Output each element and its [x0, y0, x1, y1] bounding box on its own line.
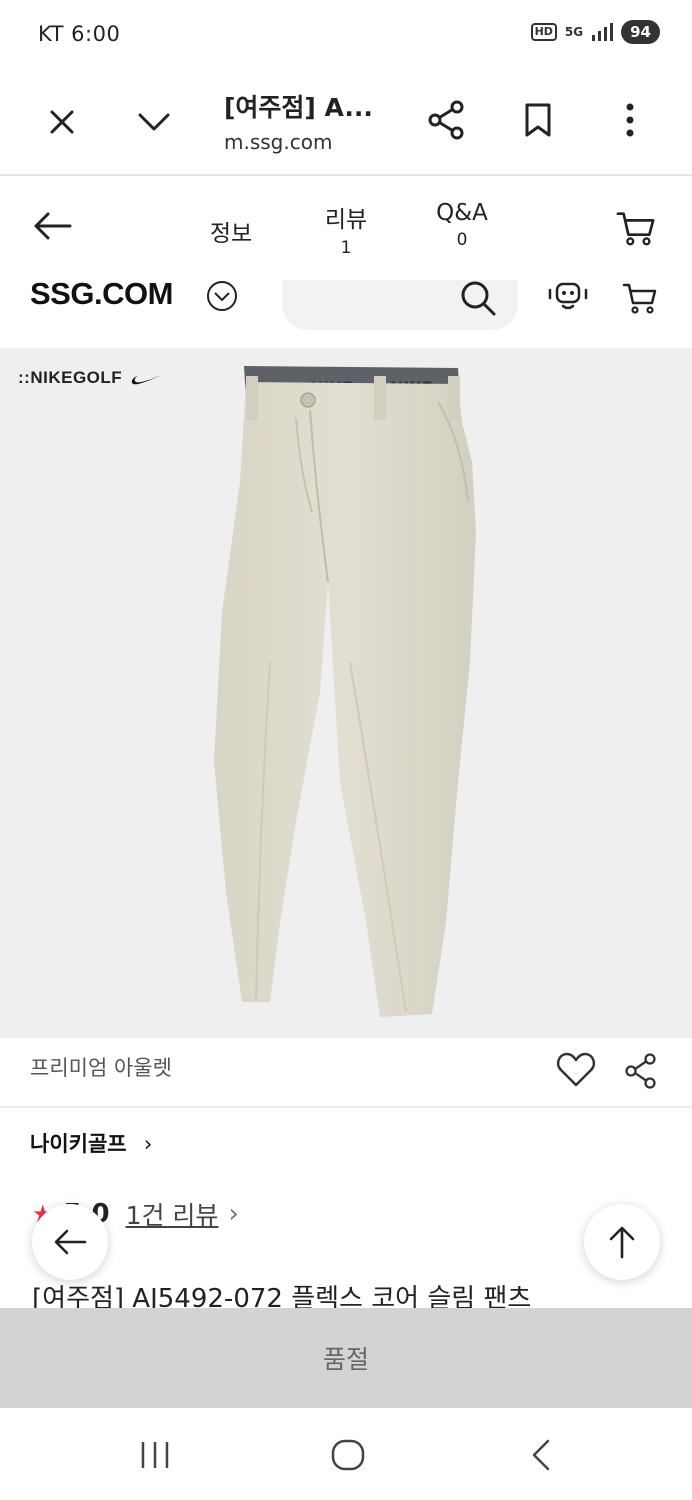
more-icon[interactable]	[610, 100, 650, 140]
ssg-cart-icon[interactable]	[622, 282, 658, 318]
product-image[interactable]: ::NIKEGOLF NIKE NIKE	[0, 348, 692, 1038]
home-icon[interactable]	[330, 1438, 366, 1476]
tab-review-label: 리뷰	[324, 207, 368, 233]
brand-link[interactable]: 나이키골프 ›	[30, 1128, 152, 1158]
close-icon[interactable]	[42, 102, 82, 142]
sold-out-button[interactable]: 품절	[0, 1308, 692, 1408]
logo-dropdown-icon[interactable]	[206, 280, 238, 316]
tab-info[interactable]: 정보	[196, 214, 266, 248]
tab-review[interactable]: 리뷰 1	[310, 200, 382, 258]
pants-illustration: NIKE NIKE	[214, 366, 476, 1017]
review-link[interactable]: 1건 리뷰	[126, 1196, 219, 1232]
chatbot-icon[interactable]	[546, 280, 590, 318]
search-icon[interactable]	[458, 278, 498, 322]
network-5g-icon: 5G	[564, 25, 584, 39]
tab-qna-count: 0	[456, 230, 468, 250]
bookmark-icon[interactable]	[518, 100, 558, 140]
brand-link-label: 나이키골프	[30, 1132, 127, 1156]
product-tab-nav: 정보 리뷰 1 Q&A 0	[0, 178, 692, 270]
shop-label: 프리미엄 아울렛	[30, 1056, 172, 1080]
swoosh-icon	[132, 373, 165, 384]
cart-icon[interactable]	[616, 208, 656, 248]
scroll-top-button[interactable]	[584, 1204, 660, 1280]
page-url[interactable]: m.ssg.com	[224, 130, 332, 154]
carrier-time: KT 6:00	[38, 22, 121, 46]
brand-logo: ::NIKEGOLF	[18, 368, 165, 388]
back-arrow-icon[interactable]	[32, 206, 72, 246]
browser-toolbar: [여주점] A... m.ssg.com	[0, 70, 692, 176]
ssg-logo[interactable]: SSG.COM	[30, 276, 173, 312]
up-arrow-icon	[609, 1226, 635, 1259]
back-icon[interactable]	[528, 1438, 554, 1476]
page-title[interactable]: [여주점] A...	[224, 88, 373, 124]
chevron-down-icon[interactable]	[134, 102, 174, 142]
battery-icon: 94	[621, 20, 660, 44]
status-icons: HD 5G 94	[530, 20, 660, 44]
system-nav-bar	[0, 1408, 692, 1500]
sold-out-label: 품절	[322, 1345, 369, 1374]
product-share-icon[interactable]	[624, 1052, 658, 1094]
signal-icon	[592, 23, 614, 41]
share-icon[interactable]	[426, 100, 466, 140]
divider	[0, 1106, 692, 1108]
chevron-right-icon: ›	[143, 1132, 153, 1156]
tab-review-count: 1	[340, 238, 352, 258]
left-arrow-icon	[54, 1229, 87, 1255]
recents-icon[interactable]	[138, 1440, 172, 1474]
tab-qna-label: Q&A	[436, 200, 488, 226]
ssg-header: SSG.COM	[0, 270, 692, 348]
back-floating-button[interactable]	[32, 1204, 108, 1280]
heart-icon[interactable]	[556, 1052, 596, 1092]
tab-info-label: 정보	[209, 221, 253, 247]
status-bar: KT 6:00 HD 5G 94	[0, 0, 692, 70]
brand-logo-text: ::NIKEGOLF	[18, 368, 123, 387]
hd-icon: HD	[530, 23, 557, 41]
review-chevron-icon: ›	[228, 1199, 239, 1229]
tab-qna[interactable]: Q&A 0	[420, 200, 504, 250]
